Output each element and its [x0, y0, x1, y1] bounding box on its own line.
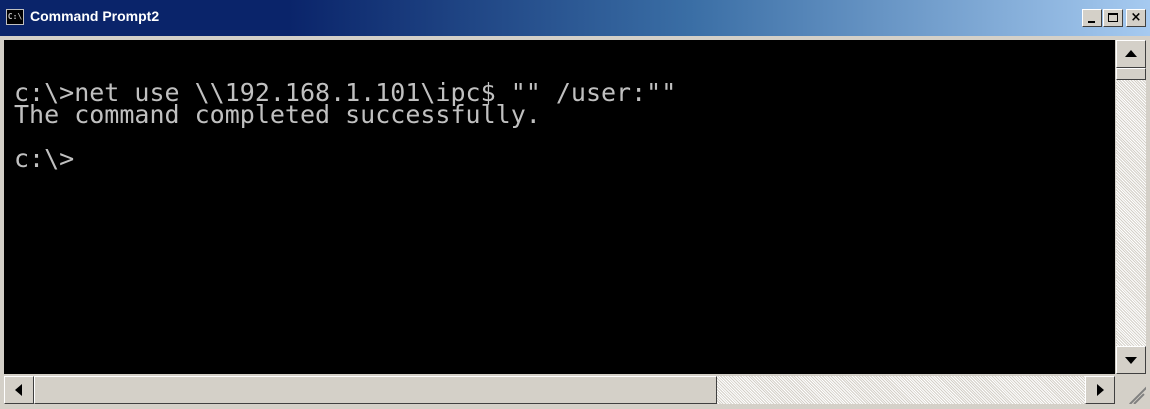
- console-lines: c:\>net use \\192.168.1.101\ipc$ "" /use…: [4, 80, 676, 171]
- minimize-button[interactable]: [1082, 9, 1102, 27]
- horizontal-scroll-thumb[interactable]: [34, 376, 717, 404]
- arrow-right-icon: [1097, 384, 1104, 396]
- console-output[interactable]: c:\>net use \\192.168.1.101\ipc$ "" /use…: [4, 40, 1115, 374]
- minimize-icon: [1088, 21, 1095, 23]
- close-icon: ×: [1130, 10, 1142, 25]
- vertical-scrollbar[interactable]: [1116, 40, 1146, 374]
- title-bar[interactable]: C:\ Command Prompt2 ×: [0, 0, 1150, 36]
- console-line-result: The command completed successfully.: [14, 100, 541, 129]
- resize-grip[interactable]: [1116, 376, 1146, 404]
- close-button[interactable]: ×: [1126, 9, 1146, 27]
- scroll-down-button[interactable]: [1116, 346, 1146, 374]
- console-icon[interactable]: C:\: [6, 9, 24, 25]
- window-controls: ×: [1081, 9, 1146, 27]
- vertical-scroll-thumb[interactable]: [1116, 68, 1146, 80]
- maximize-button[interactable]: [1103, 9, 1123, 27]
- arrow-down-icon: [1125, 357, 1137, 364]
- scroll-right-button[interactable]: [1085, 376, 1115, 404]
- arrow-up-icon: [1125, 50, 1137, 57]
- window-title: Command Prompt2: [30, 8, 160, 24]
- arrow-left-icon: [15, 384, 22, 396]
- maximize-icon: [1108, 13, 1118, 22]
- scroll-up-button[interactable]: [1116, 40, 1146, 68]
- scroll-left-button[interactable]: [4, 376, 34, 404]
- console-prompt[interactable]: c:\>: [4, 146, 676, 171]
- command-prompt-window: C:\ Command Prompt2 × c:\>net use \\192.…: [0, 0, 1150, 409]
- horizontal-scrollbar[interactable]: [4, 376, 1115, 404]
